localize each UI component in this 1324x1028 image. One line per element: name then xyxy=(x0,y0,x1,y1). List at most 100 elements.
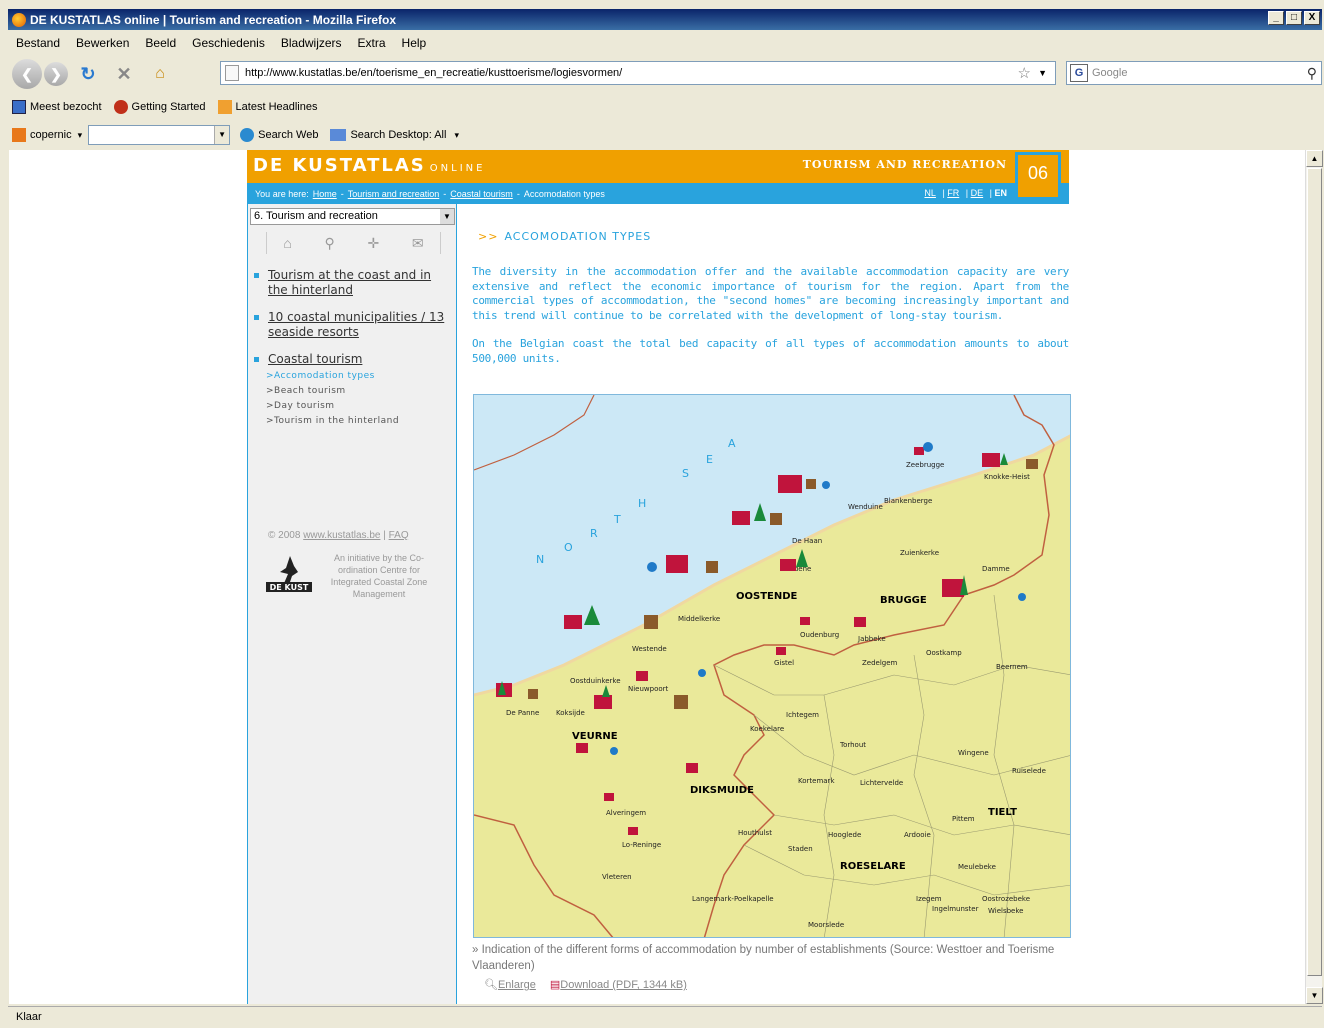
url-bar[interactable]: http://www.kustatlas.be/en/toerisme_en_r… xyxy=(220,61,1056,85)
lang-de-link[interactable]: DE xyxy=(971,188,984,198)
copernic-search-input[interactable] xyxy=(88,125,231,145)
forward-button[interactable]: ❯ xyxy=(44,62,68,86)
site-logo[interactable]: DE KUSTATLAS ONLINE xyxy=(253,155,485,176)
map-svg xyxy=(474,395,1070,937)
enlarge-label: Enlarge xyxy=(497,979,536,991)
vertical-scrollbar[interactable]: ▲ ▼ xyxy=(1305,150,1323,1004)
kustatlas-link[interactable]: www.kustatlas.be xyxy=(303,530,380,541)
accommodation-map[interactable]: N O R T H S E A OOSTENDE BRUGGE VEURNE D… xyxy=(473,394,1071,938)
magnifier-icon: 🔍︎ xyxy=(484,979,498,991)
reload-icon[interactable]: ↻ xyxy=(74,60,102,88)
scroll-up-arrow[interactable]: ▲ xyxy=(1306,150,1323,167)
place-label: Wielsbeke xyxy=(988,907,1024,915)
sidebar-item-coastal-tourism[interactable]: Coastal tourism xyxy=(254,352,450,367)
place-label: Wingene xyxy=(958,749,989,757)
heading-text: ACCOMODATION TYPES xyxy=(504,230,652,243)
place-label: Hooglede xyxy=(828,831,862,839)
theme-select[interactable]: 6. Tourism and recreation xyxy=(250,208,455,225)
bookmark-star-icon[interactable]: ☆ xyxy=(1018,64,1031,82)
bookmark-latest-headlines[interactable]: Latest Headlines xyxy=(217,100,318,114)
intro-paragraph: The diversity in the accommodation offer… xyxy=(472,265,1069,322)
stop-icon[interactable]: ✕ xyxy=(110,60,138,88)
close-button[interactable]: X xyxy=(1304,11,1320,25)
firefox-bookmark-icon xyxy=(113,100,128,114)
logo-subtext: ONLINE xyxy=(429,163,486,174)
place-label: Oostrozebeke xyxy=(982,895,1031,903)
back-button[interactable]: ❮ xyxy=(12,59,42,89)
scroll-down-arrow[interactable]: ▼ xyxy=(1306,987,1323,1004)
bookmark-getting-started[interactable]: Getting Started xyxy=(113,100,206,114)
browser-window: DE KUSTATLAS online | Tourism and recrea… xyxy=(0,0,1324,1028)
menu-bar: Bestand Bewerken Beeld Geschiedenis Blad… xyxy=(8,32,1322,54)
faq-link[interactable]: FAQ xyxy=(389,530,409,541)
menu-bestand[interactable]: Bestand xyxy=(16,36,60,50)
menu-bewerken[interactable]: Bewerken xyxy=(76,36,129,50)
place-label: Blankenberge xyxy=(884,497,933,505)
download-link[interactable]: ▤Download (PDF, 1344 kB) xyxy=(550,978,687,991)
place-label: Izegem xyxy=(916,895,942,903)
search-web-button[interactable]: Search Web xyxy=(258,129,318,141)
lang-nl-link[interactable]: NL xyxy=(924,188,936,198)
search-icon[interactable]: ⚲ xyxy=(325,235,335,252)
copernic-toolbar: copernic ▾ Search Web Search Desktop: Al… xyxy=(8,122,1322,148)
move-icon[interactable]: ✛ xyxy=(367,235,379,252)
sidebar-item-municipalities[interactable]: 10 coastal municipalities / 13 seaside r… xyxy=(254,310,450,340)
enlarge-link[interactable]: 🔍︎Enlarge xyxy=(484,978,536,991)
maximize-button[interactable]: □ xyxy=(1286,11,1302,25)
menu-geschiedenis[interactable]: Geschiedenis xyxy=(192,36,265,50)
home-icon[interactable]: ⌂ xyxy=(283,235,291,251)
sea-label-letter: H xyxy=(638,497,647,510)
admin-border xyxy=(474,814,614,937)
bookmark-folder-icon xyxy=(12,100,26,114)
place-label: Beernem xyxy=(996,663,1028,671)
breadcrumb-coastal-link[interactable]: Coastal tourism xyxy=(450,189,513,199)
place-label: Moorslede xyxy=(808,921,845,929)
search-bar[interactable]: G Google ⚲ xyxy=(1066,61,1322,85)
bookmark-meest-bezocht[interactable]: Meest bezocht xyxy=(12,100,102,114)
place-label: Damme xyxy=(982,565,1010,573)
search-desktop-dropdown-icon[interactable]: ▾ xyxy=(454,130,459,141)
scroll-thumb[interactable] xyxy=(1307,168,1322,976)
submenu-day-tourism[interactable]: >Day tourism xyxy=(254,401,450,411)
minimize-button[interactable]: _ xyxy=(1268,11,1284,25)
menu-beeld[interactable]: Beeld xyxy=(145,36,176,50)
url-text: http://www.kustatlas.be/en/toerisme_en_r… xyxy=(245,67,623,79)
submenu-accomodation-types[interactable]: >Accomodation types xyxy=(254,371,450,381)
sidebar: 6. Tourism and recreation ⌂ ⚲ ✛ ✉ Touris… xyxy=(247,204,457,1004)
site-header: DE KUSTATLAS ONLINE TOURISM AND RECREATIO… xyxy=(247,150,1069,200)
sidebar-item-coast-hinterland[interactable]: Tourism at the coast and in the hinterla… xyxy=(254,268,450,298)
sea-label-letter: T xyxy=(614,513,621,526)
rss-icon xyxy=(217,100,232,114)
city-roeselare: ROESELARE xyxy=(840,861,906,872)
search-placeholder: Google xyxy=(1092,67,1128,79)
map-caption: » Indication of the different forms of a… xyxy=(472,944,1055,972)
copernic-menu[interactable]: copernic xyxy=(30,129,72,141)
heading-prefix: >> xyxy=(478,230,499,243)
breadcrumb-home-link[interactable]: Home xyxy=(313,189,337,199)
place-label: Oostduinkerke xyxy=(570,677,621,685)
lang-fr-link[interactable]: FR xyxy=(947,188,959,198)
copyright-text: © 2008 xyxy=(268,530,301,541)
menu-extra[interactable]: Extra xyxy=(358,36,386,50)
submenu-beach-tourism[interactable]: >Beach tourism xyxy=(254,386,450,396)
status-text: Klaar xyxy=(16,1010,42,1023)
back-arrow-icon: ❮ xyxy=(21,65,33,82)
city-brugge: BRUGGE xyxy=(880,595,927,606)
home-icon[interactable]: ⌂ xyxy=(146,60,174,88)
google-icon[interactable]: G xyxy=(1070,64,1088,82)
url-dropdown-icon[interactable]: ▼ xyxy=(1038,68,1047,78)
menu-help[interactable]: Help xyxy=(402,36,427,50)
breadcrumb-tourism-link[interactable]: Tourism and recreation xyxy=(348,189,440,199)
copernic-dropdown-icon[interactable]: ▾ xyxy=(78,130,83,141)
status-bar: Klaar xyxy=(8,1006,1322,1026)
search-desktop-button[interactable]: Search Desktop: All xyxy=(350,129,446,141)
bookmark-label: Meest bezocht xyxy=(30,101,102,113)
search-icon[interactable]: ⚲ xyxy=(1307,65,1317,82)
capacity-paragraph: On the Belgian coast the total bed capac… xyxy=(472,337,1069,365)
pdf-icon: ▤ xyxy=(549,979,561,991)
menu-bladwijzers[interactable]: Bladwijzers xyxy=(281,36,342,50)
download-label: Download (PDF, 1344 kB) xyxy=(560,979,687,991)
submenu-hinterland-tourism[interactable]: >Tourism in the hinterland xyxy=(254,416,450,426)
mail-icon[interactable]: ✉ xyxy=(412,235,424,252)
place-label: Houthulst xyxy=(738,829,772,837)
